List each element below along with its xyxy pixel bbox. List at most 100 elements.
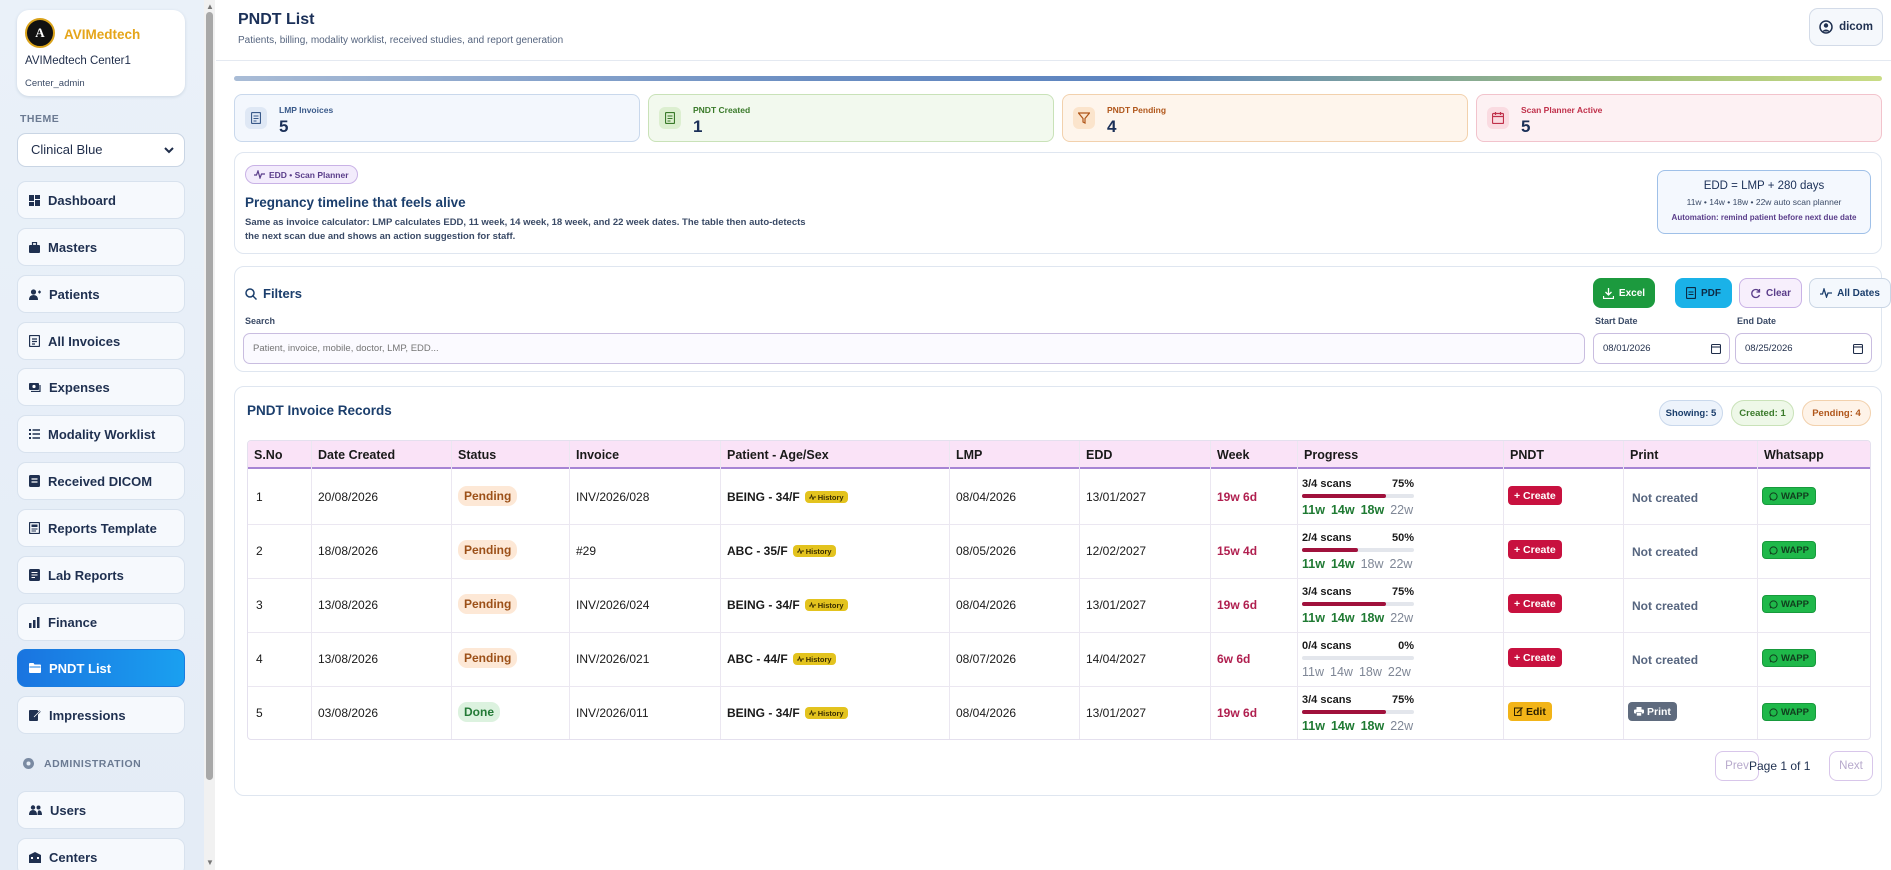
- all-dates-button[interactable]: All Dates: [1809, 278, 1891, 308]
- sidebar-item-masters[interactable]: Masters: [17, 228, 185, 266]
- status-badge: Done: [458, 702, 500, 722]
- sidebar-item-received-dicom[interactable]: Received DICOM: [17, 462, 185, 500]
- pndt-create-button[interactable]: + Create: [1508, 648, 1562, 667]
- history-tag[interactable]: History: [804, 491, 848, 503]
- search-input[interactable]: [243, 333, 1585, 364]
- scan-week-label: 18w: [1360, 719, 1385, 733]
- scan-week-label: 11w: [1302, 611, 1325, 625]
- scroll-thumb[interactable]: [206, 12, 213, 780]
- whatsapp-button[interactable]: WAPP: [1762, 595, 1816, 613]
- scroll-up-arrow-icon[interactable]: ▲: [206, 2, 214, 11]
- sidebar-item-label: Masters: [48, 239, 98, 255]
- center-name: AVIMedtech Center1: [25, 55, 131, 67]
- sidebar-item-label: Centers: [49, 849, 98, 865]
- list-icon: [29, 429, 48, 439]
- created-count-badge: Created: 1: [1731, 400, 1794, 426]
- chevron-down-icon: [162, 143, 176, 157]
- scan-weeks: 11w 14w 18w 22w: [1302, 665, 1417, 679]
- gestation-week: 19w 6d: [1217, 598, 1258, 612]
- sidebar-item-impressions[interactable]: Impressions: [17, 696, 185, 734]
- history-tag[interactable]: History: [804, 599, 848, 611]
- history-tag[interactable]: History: [792, 545, 836, 557]
- main-content: PNDT List Patients, billing, modality wo…: [216, 0, 1891, 870]
- history-tag[interactable]: History: [804, 707, 848, 719]
- sidebar-item-finance[interactable]: Finance: [17, 603, 185, 641]
- sidebar-item-centers[interactable]: Centers: [17, 838, 185, 870]
- lmp-date: 08/04/2026: [956, 598, 1017, 612]
- print-button[interactable]: Print: [1628, 702, 1677, 721]
- end-date-label: End Date: [1737, 316, 1777, 326]
- scan-weeks: 11w 14w 18w 22w: [1302, 557, 1418, 571]
- clear-button[interactable]: Clear: [1739, 278, 1802, 308]
- scan-weeks: 11w 14w 18w 22w: [1302, 719, 1419, 733]
- header-divider: [216, 60, 1891, 61]
- start-date-label: Start Date: [1595, 316, 1638, 326]
- pndt-edit-button[interactable]: Edit: [1508, 702, 1552, 721]
- sidebar-item-patients[interactable]: Patients: [17, 275, 185, 313]
- progress-track: [1302, 710, 1414, 714]
- stat-label: Scan Planner Active: [1521, 105, 1603, 115]
- edit-icon: [29, 709, 49, 721]
- sidebar-item-users[interactable]: Users: [17, 791, 185, 829]
- pndt-create-button[interactable]: + Create: [1508, 594, 1562, 613]
- edd-date: 13/01/2027: [1086, 706, 1147, 720]
- sidebar-item-dashboard[interactable]: Dashboard: [17, 181, 185, 219]
- edd-date: 14/04/2027: [1086, 652, 1147, 666]
- search-label: Search: [245, 316, 276, 326]
- sidebar-item-pndt-list[interactable]: PNDT List: [17, 649, 185, 687]
- stat-value: 5: [279, 117, 289, 136]
- serial-number: 3: [256, 598, 263, 612]
- gestation-week: 19w 6d: [1217, 706, 1258, 720]
- document-icon: [245, 107, 267, 129]
- invoice-number: INV/2026/021: [576, 652, 650, 666]
- edd-date: 13/01/2027: [1086, 598, 1147, 612]
- whatsapp-button[interactable]: WAPP: [1762, 487, 1816, 505]
- column-header: S.No: [254, 448, 283, 462]
- invoice-number: INV/2026/024: [576, 598, 650, 612]
- sidebar-item-modality-worklist[interactable]: Modality Worklist: [17, 415, 185, 453]
- whatsapp-button[interactable]: WAPP: [1762, 703, 1816, 721]
- pndt-create-button[interactable]: + Create: [1508, 486, 1562, 505]
- patient-info: ABC - 44/F History: [727, 652, 836, 666]
- sidebar-scrollbar[interactable]: ▲ ▼: [204, 0, 215, 870]
- user-menu-button[interactable]: dicom: [1809, 8, 1883, 46]
- lmp-date: 08/05/2026: [956, 544, 1017, 558]
- stat-label: PNDT Created: [693, 105, 751, 115]
- user-role: Center_admin: [25, 78, 85, 89]
- building-icon: [29, 851, 49, 863]
- lmp-date: 08/04/2026: [956, 490, 1017, 504]
- sidebar-item-reports-template[interactable]: Reports Template: [17, 509, 185, 547]
- progress-fill: [1302, 548, 1358, 552]
- sidebar-item-expenses[interactable]: Expenses: [17, 368, 185, 406]
- whatsapp-button[interactable]: WAPP: [1762, 649, 1816, 667]
- pdf-button[interactable]: PDF: [1675, 278, 1732, 308]
- whatsapp-button[interactable]: WAPP: [1762, 541, 1816, 559]
- sidebar-item-lab-reports[interactable]: Lab Reports: [17, 556, 185, 594]
- end-date-input[interactable]: 08/25/2026: [1735, 333, 1872, 364]
- excel-button[interactable]: Excel: [1593, 278, 1655, 308]
- history-tag[interactable]: History: [792, 653, 836, 665]
- scan-percent: 0%: [1398, 640, 1414, 652]
- chat-bubble-icon: [1769, 599, 1781, 609]
- scan-week-label: 11w: [1302, 665, 1325, 679]
- scan-count: 3/4 scans: [1302, 478, 1352, 490]
- pndt-create-button[interactable]: + Create: [1508, 540, 1562, 559]
- scroll-down-arrow-icon[interactable]: ▼: [206, 858, 214, 867]
- brand-logo: A: [25, 18, 55, 48]
- stat-pndt-pending: PNDT Pending 4: [1062, 94, 1468, 142]
- edd-formula-card: EDD = LMP + 280 days 11w • 14w • 18w • 2…: [1657, 170, 1871, 234]
- scan-week-label: 22w: [1390, 611, 1414, 625]
- pending-count-badge: Pending: 4: [1802, 400, 1871, 426]
- scan-week-label: 14w: [1330, 503, 1355, 517]
- table-row: 5 03/08/2026 Done INV/2026/011 BEING - 34/F H…: [248, 687, 1870, 739]
- next-page-button[interactable]: Next: [1829, 751, 1873, 781]
- date-created: 03/08/2026: [318, 706, 379, 720]
- start-date-input[interactable]: 08/01/2026: [1593, 333, 1730, 364]
- scan-week-label: 14w: [1330, 665, 1353, 679]
- sidebar-item-all-invoices[interactable]: All Invoices: [17, 322, 185, 360]
- theme-select[interactable]: Clinical Blue: [17, 133, 185, 167]
- patient-info: BEING - 34/F History: [727, 706, 848, 720]
- progress-track: [1302, 656, 1414, 660]
- page-title: PNDT List: [238, 11, 315, 28]
- invoice-icon: [29, 335, 48, 347]
